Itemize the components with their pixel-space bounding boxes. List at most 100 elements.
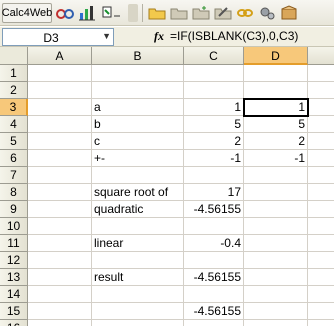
cell-c3[interactable]: 1 [184,99,244,116]
cell-a1[interactable] [28,65,92,82]
folder-open-icon[interactable] [148,4,166,22]
cell-b10[interactable] [92,218,184,235]
cell-e9[interactable] [308,201,334,218]
cell-b5[interactable]: c [92,133,184,150]
calc4web-button[interactable]: Calc4Web [2,3,52,23]
cell-b14[interactable] [92,286,184,303]
cell-e12[interactable] [308,252,334,269]
cell-b15[interactable] [92,303,184,320]
cell-e10[interactable] [308,218,334,235]
folder-icon[interactable] [170,4,188,22]
cell-a2[interactable] [28,82,92,99]
cell-a6[interactable] [28,150,92,167]
cell-a16[interactable] [28,320,92,326]
cell-c16[interactable] [184,320,244,326]
cell-d13[interactable] [244,269,308,286]
cell-b6[interactable]: +- [92,150,184,167]
cell-b2[interactable] [92,82,184,99]
formula-input[interactable]: =IF(ISBLANK(C3),0,C3) [170,29,298,43]
cell-d9[interactable] [244,201,308,218]
chart-icon[interactable] [78,4,96,22]
chevron-down-icon[interactable]: ▼ [102,31,111,41]
row-header-10[interactable]: 10 [0,218,28,235]
cell-a13[interactable] [28,269,92,286]
cell-e8[interactable] [308,184,334,201]
cell-c8[interactable]: 17 [184,184,244,201]
gears-icon[interactable] [258,4,276,22]
cell-a15[interactable] [28,303,92,320]
format-icon[interactable] [100,4,122,22]
cell-a14[interactable] [28,286,92,303]
row-header-4[interactable]: 4 [0,116,28,133]
cell-c6[interactable]: -1 [184,150,244,167]
link-icon[interactable] [236,4,254,22]
row-header-9[interactable]: 9 [0,201,28,218]
cell-e5[interactable] [308,133,334,150]
cell-d7[interactable] [244,167,308,184]
row-header-14[interactable]: 14 [0,286,28,303]
row-header-6[interactable]: 6 [0,150,28,167]
cell-b11[interactable]: linear [92,235,184,252]
cell-a10[interactable] [28,218,92,235]
cell-c5[interactable]: 2 [184,133,244,150]
row-header-11[interactable]: 11 [0,235,28,252]
cell-c12[interactable] [184,252,244,269]
row-header-13[interactable]: 13 [0,269,28,286]
cell-e4[interactable] [308,116,334,133]
row-header-16[interactable]: 16 [0,320,28,326]
cell-a4[interactable] [28,116,92,133]
cell-d6[interactable]: -1 [244,150,308,167]
cell-d16[interactable] [244,320,308,326]
row-header-15[interactable]: 15 [0,303,28,320]
cell-d2[interactable] [244,82,308,99]
cell-e13[interactable] [308,269,334,286]
cell-c13[interactable]: -4.56155 [184,269,244,286]
cell-c7[interactable] [184,167,244,184]
cell-b16[interactable] [92,320,184,326]
cell-e1[interactable] [308,65,334,82]
row-header-3[interactable]: 3 [0,99,28,116]
cell-b1[interactable] [92,65,184,82]
name-box[interactable]: D3 ▼ [2,28,114,46]
cell-d8[interactable] [244,184,308,201]
cell-e15[interactable] [308,303,334,320]
cell-b4[interactable]: b [92,116,184,133]
row-header-2[interactable]: 2 [0,82,28,99]
column-header-a[interactable]: A [28,47,92,65]
cell-a12[interactable] [28,252,92,269]
cell-a3[interactable] [28,99,92,116]
cell-b12[interactable] [92,252,184,269]
cell-c1[interactable] [184,65,244,82]
cell-c4[interactable]: 5 [184,116,244,133]
cell-e14[interactable] [308,286,334,303]
cell-c10[interactable] [184,218,244,235]
cell-e11[interactable] [308,235,334,252]
cell-e3[interactable] [308,99,334,116]
column-header-c[interactable]: C [184,47,244,65]
cell-d5[interactable]: 2 [244,133,308,150]
cell-e16[interactable] [308,320,334,326]
row-header-8[interactable]: 8 [0,184,28,201]
row-header-5[interactable]: 5 [0,133,28,150]
cell-d14[interactable] [244,286,308,303]
cell-d1[interactable] [244,65,308,82]
cell-c15[interactable]: -4.56155 [184,303,244,320]
cell-c14[interactable] [184,286,244,303]
cell-a11[interactable] [28,235,92,252]
cell-b9[interactable]: quadratic [92,201,184,218]
cell-a8[interactable] [28,184,92,201]
folder-edit-icon[interactable] [214,4,232,22]
row-header-1[interactable]: 1 [0,65,28,82]
cell-e7[interactable] [308,167,334,184]
cell-a9[interactable] [28,201,92,218]
cell-c9[interactable]: -4.56155 [184,201,244,218]
cell-d4[interactable]: 5 [244,116,308,133]
cell-d15[interactable] [244,303,308,320]
cell-b7[interactable] [92,167,184,184]
cell-a7[interactable] [28,167,92,184]
glasses-icon[interactable] [56,4,74,22]
select-all-corner[interactable] [0,47,28,65]
cell-b8[interactable]: square root of [92,184,184,201]
cell-b13[interactable]: result [92,269,184,286]
cell-e2[interactable] [308,82,334,99]
